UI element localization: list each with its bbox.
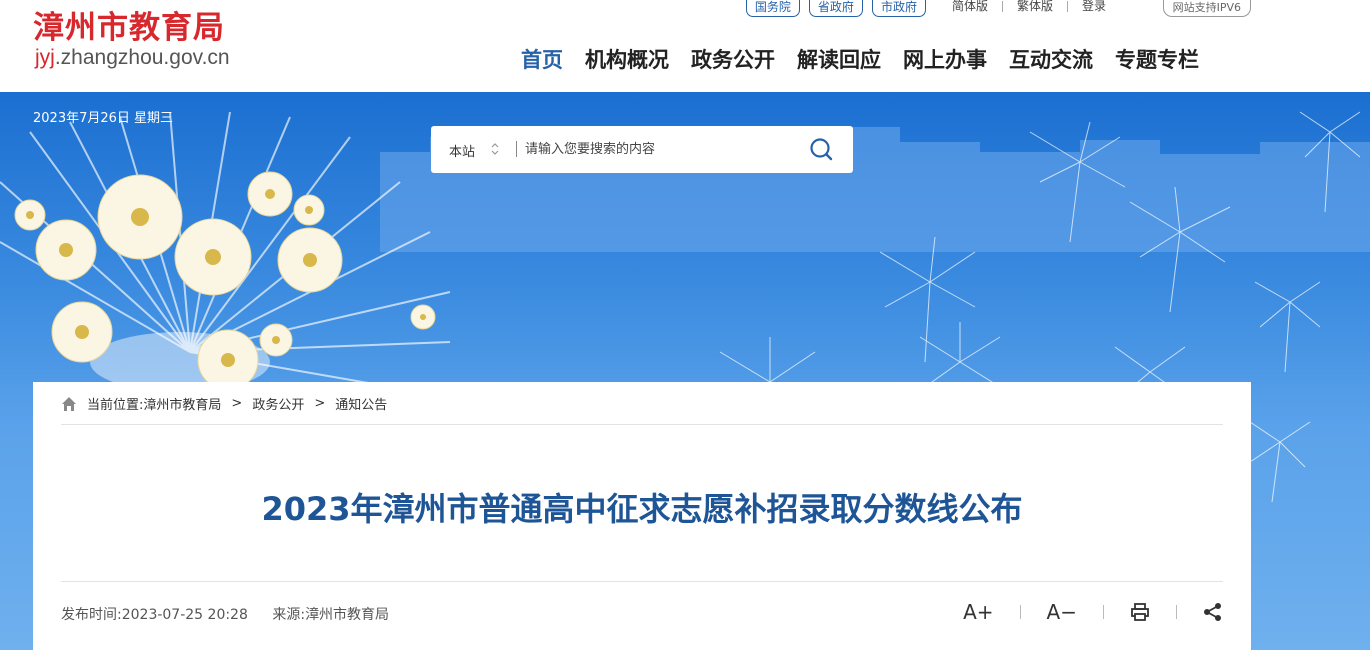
search-input[interactable] <box>525 136 795 162</box>
publish-time: 2023-07-25 20:28 <box>121 607 248 623</box>
nav-interpretation[interactable]: 解读回应 <box>797 44 881 74</box>
breadcrumb-separator: > <box>231 396 243 411</box>
nav-organization[interactable]: 机构概况 <box>585 44 669 74</box>
nav-special-topics[interactable]: 专题专栏 <box>1115 44 1199 74</box>
site-header: 漳州市教育局 jyj.zhangzhou.gov.cn 国务院 省政府 市政府 … <box>0 0 1370 92</box>
divider <box>1103 605 1104 619</box>
divider <box>1019 605 1021 619</box>
logo-title: 漳州市教育局 <box>33 10 225 46</box>
breadcrumb-separator: > <box>314 396 326 411</box>
divider <box>61 581 1223 582</box>
main-nav: 首页 机构概况 政务公开 解读回应 网上办事 互动交流 专题专栏 <box>521 44 1221 74</box>
simplified-chinese-link[interactable]: 简体版 <box>938 0 1002 12</box>
link-city-gov[interactable]: 市政府 <box>871 0 926 17</box>
home-icon <box>62 396 76 411</box>
breadcrumb: 当前位置: 漳州市教育局 > 政务公开 > 通知公告 <box>61 394 387 413</box>
breadcrumb-prefix: 当前位置: <box>87 398 144 413</box>
logo-url-prefix: jyj <box>35 46 55 69</box>
top-links: 国务院 省政府 市政府 简体版 繁体版 登录 <box>745 0 1120 17</box>
nav-interaction[interactable]: 互动交流 <box>1009 44 1093 74</box>
article-card: 当前位置: 漳州市教育局 > 政务公开 > 通知公告 2023年漳州市普通高中征… <box>33 382 1251 650</box>
article-title: 2023年漳州市普通高中征求志愿补招录取分数线公布 <box>261 490 1023 528</box>
divider <box>1176 605 1177 619</box>
link-provincial-gov[interactable]: 省政府 <box>808 0 863 17</box>
publish-label: 发布时间: <box>61 607 122 623</box>
print-icon <box>1131 603 1149 621</box>
font-larger-button[interactable]: A+ <box>963 600 993 624</box>
search-box: 本站 <box>431 126 853 173</box>
search-icon[interactable] <box>806 136 838 164</box>
share-icon <box>1204 603 1221 621</box>
article-tools: A+ A− <box>963 596 1223 628</box>
nav-home[interactable]: 首页 <box>521 44 563 74</box>
traditional-chinese-link[interactable]: 繁体版 <box>1003 0 1067 12</box>
logo-url: jyj.zhangzhou.gov.cn <box>35 46 230 70</box>
nav-online-services[interactable]: 网上办事 <box>903 44 987 74</box>
print-button[interactable] <box>1130 602 1150 622</box>
link-state-council[interactable]: 国务院 <box>745 0 800 17</box>
breadcrumb-item-bureau[interactable]: 漳州市教育局 <box>143 394 221 413</box>
article-meta: 发布时间:2023-07-25 20:28 来源:漳州市教育局 <box>61 604 389 624</box>
current-date: 2023年7月26日 星期三 <box>33 111 174 126</box>
source-label: 来源: <box>272 607 306 623</box>
login-link[interactable]: 登录 <box>1068 0 1120 12</box>
select-arrows-icon[interactable] <box>490 140 500 158</box>
divider <box>61 424 1223 425</box>
share-button[interactable] <box>1203 602 1223 622</box>
source-value: 漳州市教育局 <box>305 607 390 623</box>
nav-gov-affairs[interactable]: 政务公开 <box>691 44 775 74</box>
search-scope-select[interactable]: 本站 <box>449 141 475 160</box>
breadcrumb-item-gov-affairs[interactable]: 政务公开 <box>252 394 304 413</box>
breadcrumb-item-notices[interactable]: 通知公告 <box>335 394 387 413</box>
ipv6-badge: 网站支持IPV6 <box>1162 0 1251 17</box>
logo-url-rest: .zhangzhou.gov.cn <box>54 46 230 69</box>
divider <box>516 141 517 157</box>
font-smaller-button[interactable]: A− <box>1047 600 1077 624</box>
